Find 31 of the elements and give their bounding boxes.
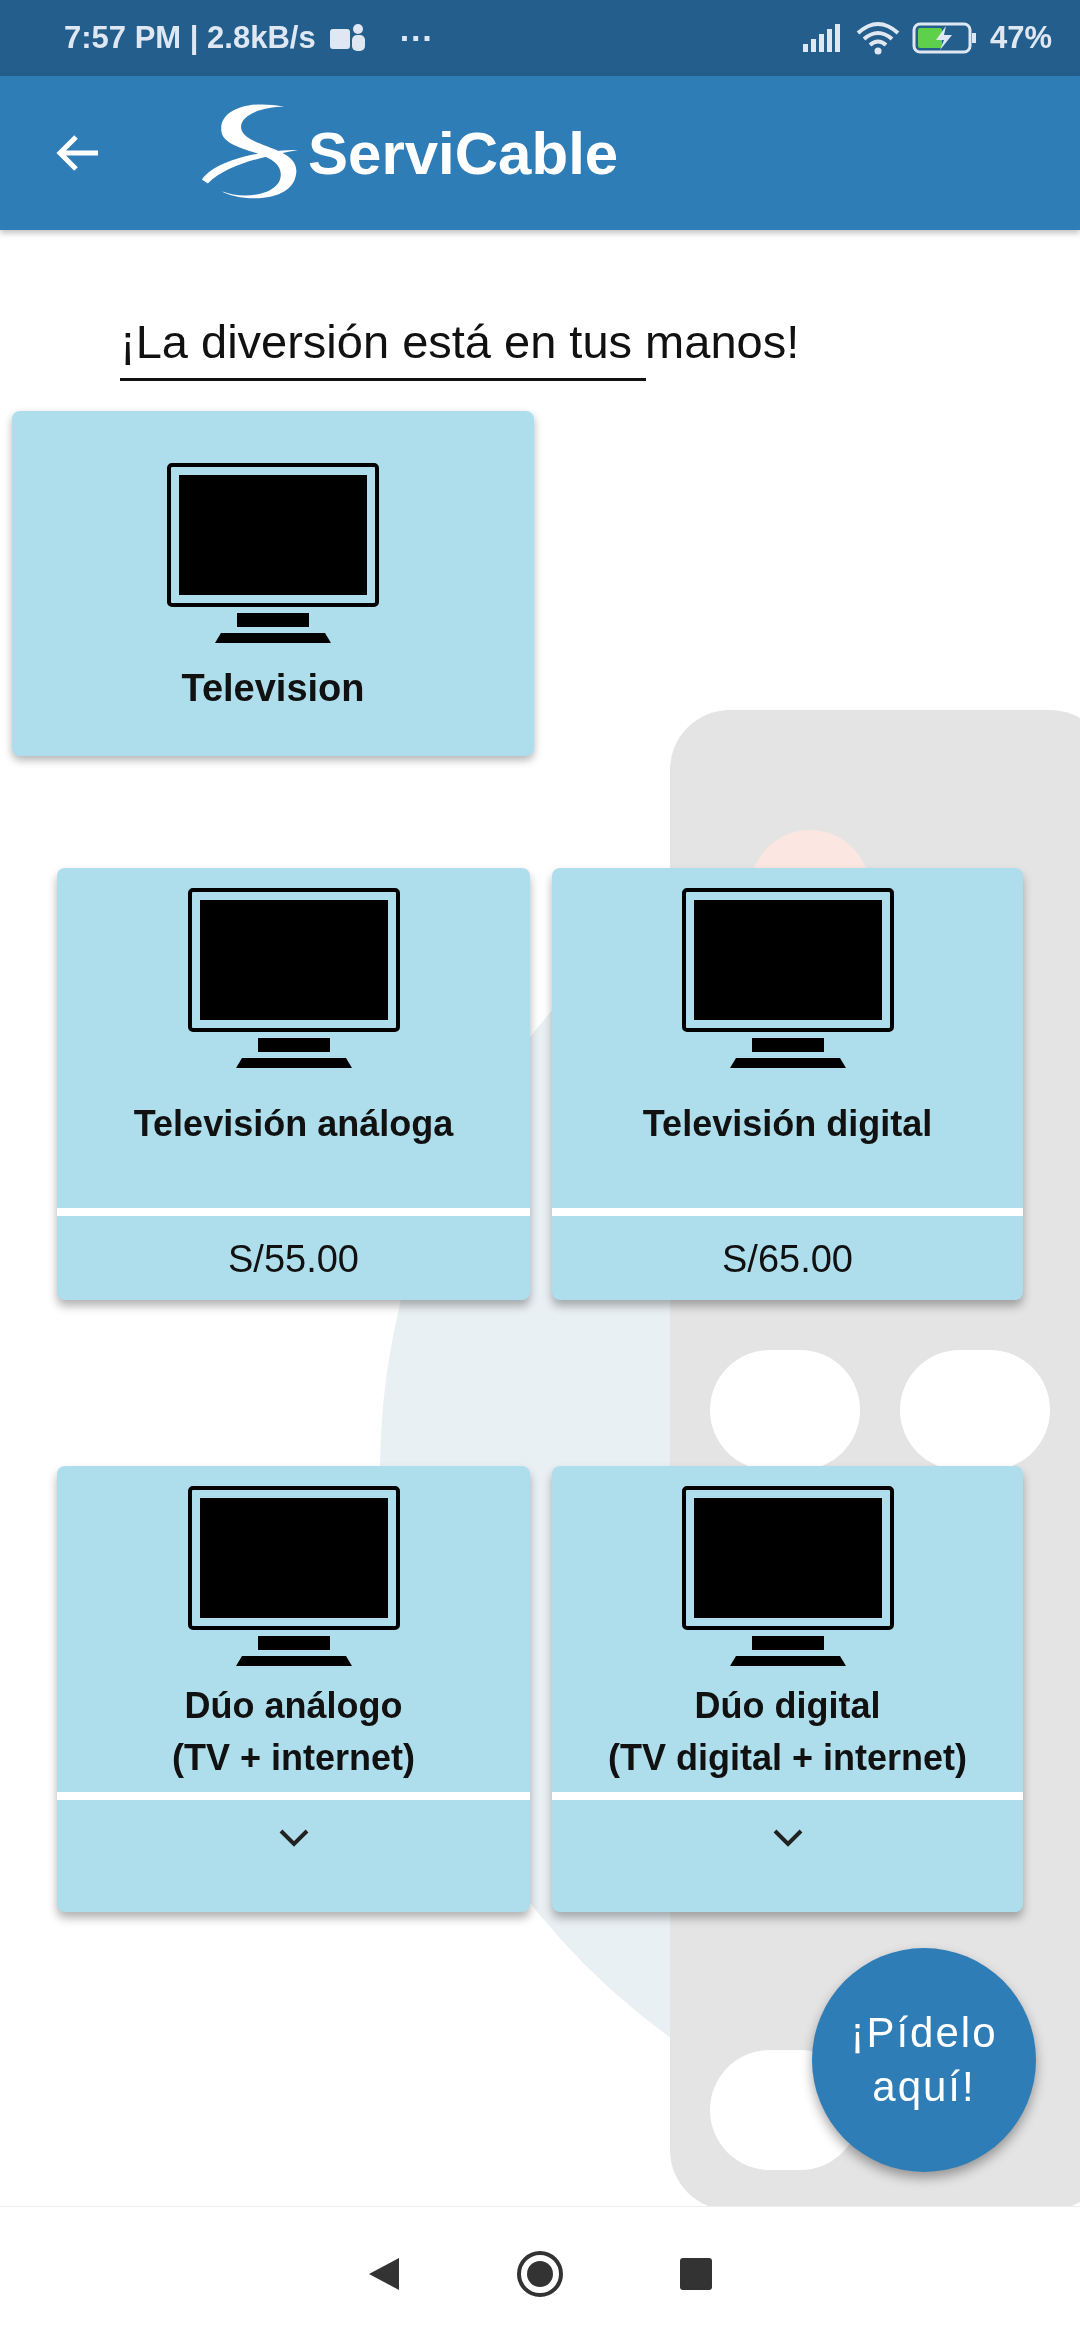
status-time: 7:57 PM | 2.8kB/s [64, 20, 316, 56]
back-icon[interactable] [367, 2255, 401, 2292]
television-icon [187, 1486, 400, 1666]
product-price: S/65.00 [722, 1238, 853, 1281]
product-card[interactable]: Televisión digital S/65.00 [552, 868, 1023, 1300]
recents-icon[interactable] [679, 2256, 713, 2291]
brand-name: ServiCable [308, 118, 619, 188]
page-heading: ¡La diversión está en tus manos! [120, 314, 910, 381]
category-card[interactable]: Television [12, 411, 534, 756]
television-icon [681, 888, 894, 1068]
chevron-icon[interactable] [771, 1828, 804, 1848]
product-title: Dúo análogo [184, 1684, 403, 1728]
television-icon [681, 1486, 894, 1666]
chevron-icon[interactable] [277, 1828, 310, 1848]
product-subtitle: (TV digital + internet) [608, 1736, 967, 1780]
more-notifications: ··· [399, 18, 434, 58]
product-title: Televisión análoga [133, 1102, 454, 1146]
product-card[interactable]: Televisión análoga S/55.00 [57, 868, 530, 1300]
product-price: S/55.00 [228, 1238, 359, 1281]
product-card[interactable]: Dúo análogo (TV + internet) [57, 1466, 530, 1912]
product-subtitle: (TV + internet) [172, 1736, 415, 1780]
television-icon [187, 888, 400, 1068]
product-title: Televisión digital [642, 1102, 933, 1146]
television-icon [167, 463, 379, 643]
battery-icon [911, 21, 978, 55]
product-card[interactable]: Dúo digital (TV digital + internet) [552, 1466, 1023, 1912]
product-title: Dúo digital [694, 1684, 881, 1728]
home-icon[interactable] [516, 2249, 564, 2298]
battery-percent: 47% [989, 20, 1052, 56]
category-label: Television [181, 667, 365, 710]
wifi-icon [855, 21, 900, 55]
